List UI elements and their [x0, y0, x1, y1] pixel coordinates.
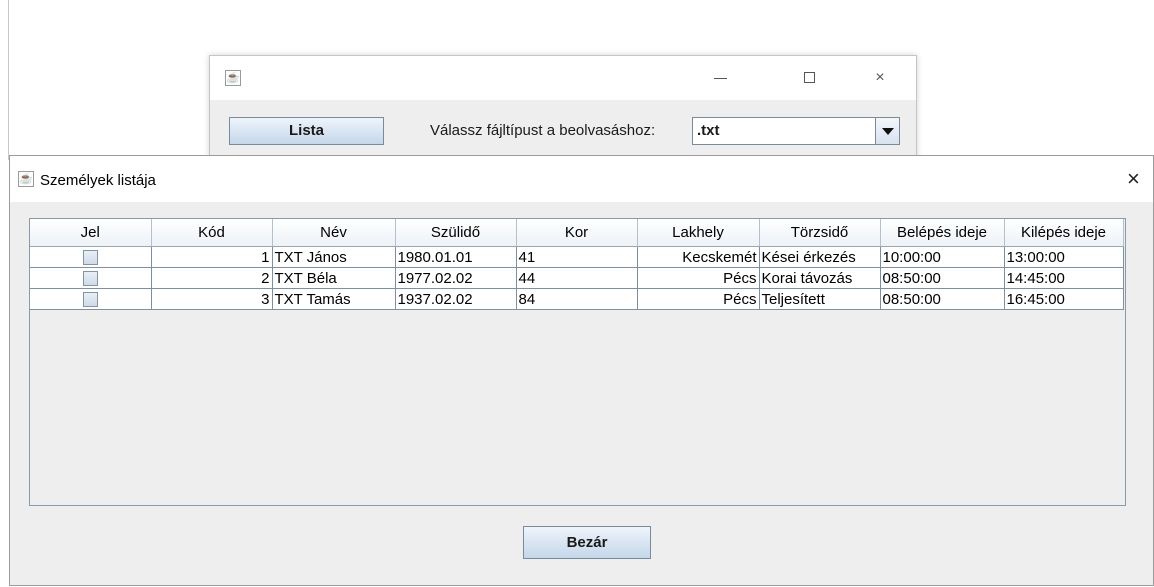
column-header-lakhely[interactable]: Lakhely: [637, 219, 760, 247]
kilepes-cell[interactable]: 16:45:00: [1004, 288, 1124, 310]
szulido-cell[interactable]: 1980.01.01: [395, 246, 517, 268]
column-header-jel[interactable]: Jel: [30, 219, 152, 247]
szulido-cell[interactable]: 1977.02.02: [395, 267, 517, 289]
maximize-icon[interactable]: [798, 66, 822, 90]
kod-cell[interactable]: 1: [151, 246, 273, 268]
kilepes-cell[interactable]: 13:00:00: [1004, 246, 1124, 268]
java-icon: ☕: [18, 171, 34, 187]
column-header-kor[interactable]: Kor: [516, 219, 638, 247]
jel-cell[interactable]: [30, 246, 152, 268]
table-row[interactable]: 3 TXT Tamás 1937.02.02 84 Pécs Teljesíte…: [30, 288, 1124, 310]
table-header-row: Jel Kód Név Szülidő Kor Lakhely Törzsidő…: [30, 219, 1124, 247]
jel-checkbox[interactable]: [82, 292, 98, 308]
close-icon[interactable]: ×: [868, 66, 892, 90]
nev-cell[interactable]: TXT János: [272, 246, 396, 268]
jel-cell[interactable]: [30, 267, 152, 289]
kilepes-cell[interactable]: 14:45:00: [1004, 267, 1124, 289]
chevron-down-icon[interactable]: [875, 118, 899, 144]
column-header-kod[interactable]: Kód: [151, 219, 273, 247]
column-header-kilepes[interactable]: Kilépés ideje: [1004, 219, 1124, 247]
minimize-icon[interactable]: [708, 66, 732, 90]
lista-button[interactable]: Lista: [229, 117, 384, 145]
persons-table: Jel Kód Név Szülidő Kor Lakhely Törzsidő…: [30, 219, 1124, 310]
jel-checkbox[interactable]: [82, 250, 98, 266]
kor-cell[interactable]: 44: [516, 267, 638, 289]
lakhely-cell[interactable]: Kecskemét: [637, 246, 760, 268]
belepes-cell[interactable]: 10:00:00: [880, 246, 1005, 268]
table-row[interactable]: 1 TXT János 1980.01.01 41 Kecskemét Kése…: [30, 246, 1124, 268]
nev-cell[interactable]: TXT Tamás: [272, 288, 396, 310]
java-icon: ☕: [225, 70, 241, 86]
close-icon[interactable]: ×: [1127, 164, 1140, 194]
jel-cell[interactable]: [30, 288, 152, 310]
kod-cell[interactable]: 2: [151, 267, 273, 289]
dialog-titlebar: ☕ Személyek listája ×: [10, 156, 1153, 202]
filetype-combo[interactable]: .txt: [692, 117, 900, 145]
background-edge-line: [8, 0, 9, 160]
kod-cell[interactable]: 3: [151, 288, 273, 310]
persons-table-pane[interactable]: Jel Kód Név Szülidő Kor Lakhely Törzsidő…: [29, 218, 1126, 506]
kor-cell[interactable]: 84: [516, 288, 638, 310]
filetype-selected-value: .txt: [697, 122, 720, 139]
belepes-cell[interactable]: 08:50:00: [880, 288, 1005, 310]
lakhely-cell[interactable]: Pécs: [637, 267, 760, 289]
filetype-label: Válassz fájltípust a beolvasáshoz:: [430, 122, 656, 139]
jel-checkbox[interactable]: [82, 271, 98, 287]
main-titlebar: ☕ ×: [210, 56, 916, 100]
column-header-nev[interactable]: Név: [272, 219, 396, 247]
nev-cell[interactable]: TXT Béla: [272, 267, 396, 289]
kor-cell[interactable]: 41: [516, 246, 638, 268]
belepes-cell[interactable]: 08:50:00: [880, 267, 1005, 289]
dialog-title: Személyek listája: [40, 172, 156, 189]
column-header-szulido[interactable]: Szülidő: [395, 219, 517, 247]
column-header-torzsido[interactable]: Törzsidő: [759, 219, 881, 247]
table-row[interactable]: 2 TXT Béla 1977.02.02 44 Pécs Korai távo…: [30, 267, 1124, 289]
main-window: ☕ × Lista Válassz fájltípust a beolvasás…: [209, 55, 917, 167]
torzsido-cell[interactable]: Teljesített: [759, 288, 881, 310]
persons-list-dialog: ☕ Személyek listája × Jel Kód Név Szülid…: [9, 155, 1154, 586]
bezar-button[interactable]: Bezár: [523, 526, 651, 559]
torzsido-cell[interactable]: Kései érkezés: [759, 246, 881, 268]
column-header-belepes[interactable]: Belépés ideje: [880, 219, 1005, 247]
torzsido-cell[interactable]: Korai távozás: [759, 267, 881, 289]
lakhely-cell[interactable]: Pécs: [637, 288, 760, 310]
szulido-cell[interactable]: 1937.02.02: [395, 288, 517, 310]
